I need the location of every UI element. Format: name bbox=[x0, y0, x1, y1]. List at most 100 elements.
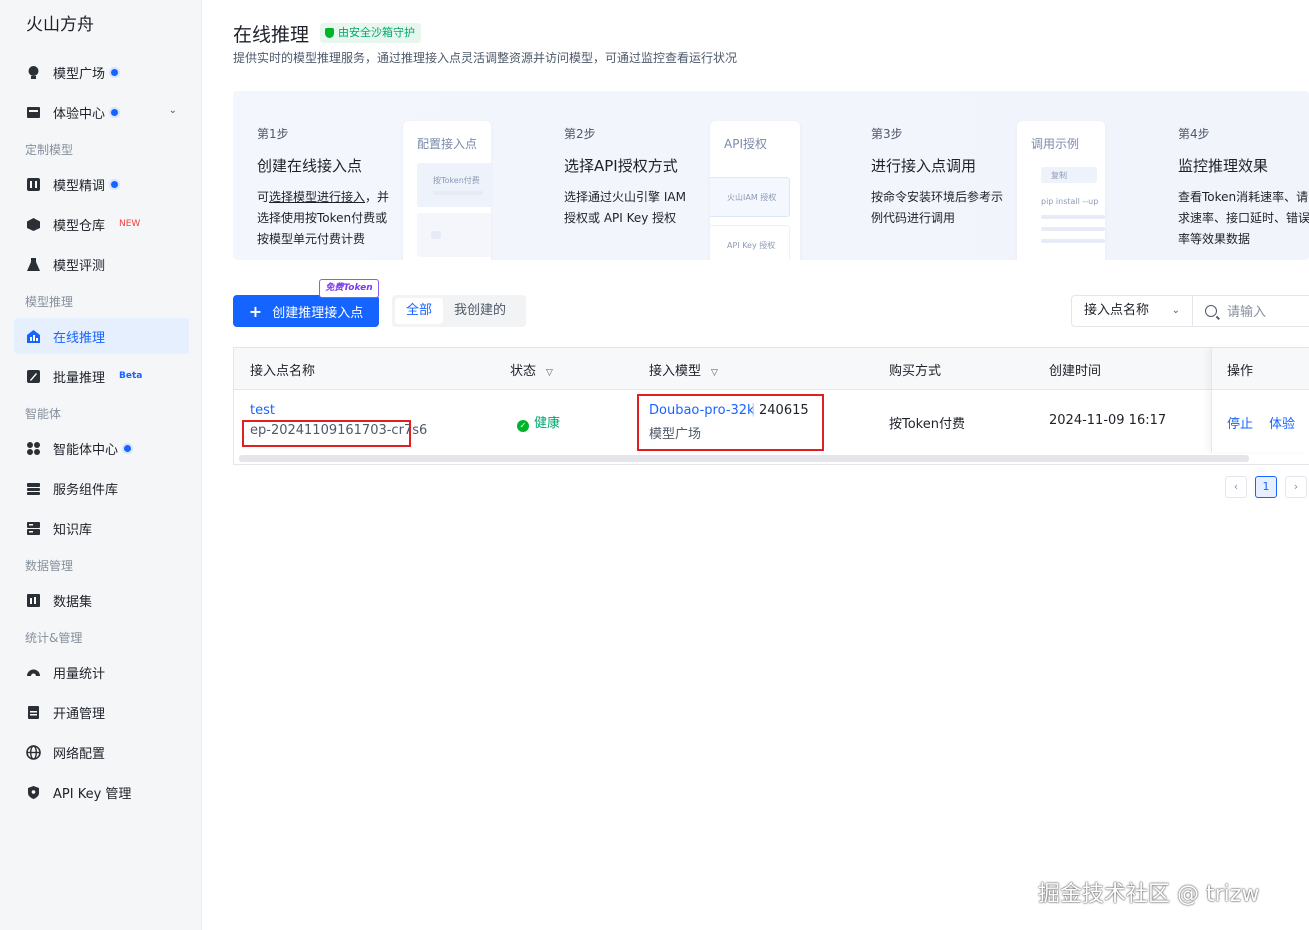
pagination-page[interactable]: 1 bbox=[1255, 476, 1277, 498]
mock-label: API Key 授权 bbox=[727, 241, 776, 250]
step-1: 第1步 创建在线接入点 可选择模型进行接入，并选择使用按Token付费或按模型单… bbox=[233, 91, 540, 260]
sidebar-item-label: 智能体中心 bbox=[53, 442, 119, 458]
try-button[interactable]: 体验 bbox=[1269, 413, 1295, 432]
sidebar-item-dataset[interactable]: 数据集 bbox=[14, 582, 189, 618]
section-label: 统计&管理 bbox=[25, 631, 83, 645]
sidebar-item-knowledge-base[interactable]: 知识库 bbox=[14, 510, 189, 546]
mock-card: 火山IAM 授权 bbox=[710, 177, 790, 217]
tab-mine[interactable]: 我创建的 bbox=[443, 298, 517, 324]
sidebar-item-network[interactable]: 网络配置 bbox=[14, 734, 189, 770]
globe-icon bbox=[26, 744, 41, 760]
sidebar-item-experience[interactable]: 体验中心 ⌄ bbox=[14, 94, 189, 130]
filter-field-select[interactable]: 接入点名称 ⌄ bbox=[1071, 295, 1193, 327]
horizontal-scrollbar[interactable] bbox=[239, 455, 1249, 462]
sidebar-item-component-library[interactable]: 服务组件库 bbox=[14, 470, 189, 506]
sidebar-item-label: 知识库 bbox=[53, 522, 93, 538]
sidebar-item-batch-inference[interactable]: 批量推理 Beta bbox=[14, 358, 189, 394]
brand-logo[interactable]: 火山方舟 bbox=[26, 10, 94, 35]
step-text: 可选择模型进行接入，并选择使用按Token付费或按模型单元付费计费 bbox=[257, 190, 390, 246]
sidebar-item-finetune[interactable]: 模型精调 bbox=[14, 166, 189, 202]
step-title: 创建在线接入点 bbox=[257, 157, 363, 175]
mock-label: 按Token付费 bbox=[433, 176, 480, 185]
filter-icon[interactable]: ▽ bbox=[711, 368, 718, 378]
step-title: 选择API授权方式 bbox=[564, 157, 678, 175]
filter-tabs: 全部 我创建的 bbox=[392, 295, 526, 327]
sidebar-item-label: 在线推理 bbox=[53, 330, 106, 346]
filter-icon[interactable]: ▽ bbox=[546, 368, 553, 378]
column-header-billing: 购买方式 bbox=[889, 364, 942, 379]
step-number: 第1步 bbox=[257, 127, 289, 141]
step-illustration: 调用示例 复制 pip install --up bbox=[1017, 121, 1105, 260]
sidebar-item-usage[interactable]: 用量统计 bbox=[14, 654, 189, 690]
mock-title: API授权 bbox=[724, 137, 767, 151]
section-label: 数据管理 bbox=[25, 559, 74, 573]
mock-title: 配置接入点 bbox=[417, 137, 478, 151]
sidebar-item-evaluation[interactable]: 模型评测 bbox=[14, 246, 189, 282]
sidebar-item-agent-center[interactable]: 智能体中心 bbox=[14, 430, 189, 466]
search-icon bbox=[1205, 305, 1217, 317]
sidebar-item-activation[interactable]: 开通管理 bbox=[14, 694, 189, 730]
sandbox-badge-label: 由安全沙箱守护 bbox=[338, 26, 415, 39]
sidebar-item-model-repo[interactable]: 模型仓库 NEW bbox=[14, 206, 189, 242]
inbox-icon bbox=[26, 105, 41, 120]
step-text: 选择通过火山引擎 IAM 授权或 API Key 授权 bbox=[564, 190, 686, 225]
sidebar-item-model-square[interactable]: 模型广场 bbox=[14, 54, 189, 90]
step-4: 第4步 监控推理效果 查看Token消耗速率、请求速率、接口延时、错误率等效果数… bbox=[1154, 91, 1309, 260]
mock-copy-button: 复制 bbox=[1041, 167, 1097, 183]
highlight-box bbox=[637, 394, 824, 451]
tune-icon bbox=[26, 177, 41, 192]
sidebar-item-label: 模型广场 bbox=[53, 66, 106, 82]
select-model-link[interactable]: 选择模型进行接入 bbox=[269, 190, 365, 204]
clipboard-icon bbox=[26, 705, 41, 720]
sidebar: 火山方舟 模型广场 体验中心 ⌄ 定制模型 模型精调 模型仓库 NEW 模型评测… bbox=[0, 0, 202, 930]
sidebar-item-label: 数据集 bbox=[53, 594, 93, 610]
cube-icon bbox=[26, 217, 41, 232]
chevron-down-icon[interactable]: ⌄ bbox=[169, 105, 177, 116]
mock-label: 复制 bbox=[1051, 171, 1067, 180]
search-box bbox=[1192, 295, 1309, 327]
mock-label: 火山IAM 授权 bbox=[727, 193, 777, 202]
mock-card: 按Token付费 bbox=[417, 163, 491, 207]
sidebar-item-online-inference[interactable]: 在线推理 bbox=[14, 318, 189, 354]
step-illustration: 配置接入点 按Token付费 bbox=[403, 121, 491, 260]
sidebar-item-label: 模型评测 bbox=[53, 258, 106, 274]
shield-key-icon bbox=[26, 785, 41, 800]
sidebar-item-label: 网络配置 bbox=[53, 746, 106, 762]
step-title: 监控推理效果 bbox=[1178, 157, 1269, 175]
search-input[interactable] bbox=[1227, 303, 1307, 319]
column-header-status: 状态 ▽ bbox=[510, 364, 553, 379]
flask-icon bbox=[26, 257, 41, 272]
create-endpoint-button[interactable]: + 创建推理接入点 bbox=[233, 295, 379, 327]
sidebar-item-api-key[interactable]: API Key 管理 bbox=[14, 774, 189, 810]
step-number: 第3步 bbox=[871, 127, 903, 141]
sidebar-item-label: 模型精调 bbox=[53, 178, 106, 194]
endpoint-name-link[interactable]: test bbox=[250, 403, 275, 418]
column-header-name: 接入点名称 bbox=[250, 364, 316, 379]
column-header-model: 接入模型 ▽ bbox=[649, 364, 718, 379]
tab-all[interactable]: 全部 bbox=[395, 298, 444, 324]
step-illustration: API授权 火山IAM 授权 API Key 授权 bbox=[710, 121, 800, 260]
pagination-prev[interactable]: ‹ bbox=[1225, 476, 1247, 498]
step-number: 第2步 bbox=[564, 127, 596, 141]
pagination-next[interactable]: › bbox=[1285, 476, 1307, 498]
new-tag: NEW bbox=[119, 219, 141, 229]
sidebar-item-label: 模型仓库 bbox=[53, 218, 106, 234]
step-text: 按命令安装环境后参考示例代码进行调用 bbox=[871, 190, 1004, 225]
create-endpoint-label: 创建推理接入点 bbox=[272, 305, 364, 321]
column-header-created: 创建时间 bbox=[1049, 364, 1102, 379]
server-icon bbox=[26, 521, 41, 536]
stop-button[interactable]: 停止 bbox=[1227, 413, 1253, 432]
lightbulb-icon bbox=[26, 65, 41, 80]
sidebar-item-label: 用量统计 bbox=[53, 666, 106, 682]
step-3: 第3步 进行接入点调用 按命令安装环境后参考示例代码进行调用 调用示例 复制 p… bbox=[847, 91, 1154, 260]
sidebar-item-label: 批量推理 bbox=[53, 370, 106, 386]
notification-dot bbox=[111, 180, 119, 188]
gauge-icon bbox=[26, 665, 41, 680]
page-title: 在线推理 bbox=[233, 24, 310, 46]
shield-icon bbox=[325, 28, 334, 38]
table-header: 接入点名称 状态 ▽ 接入模型 ▽ 购买方式 创建时间 操作 bbox=[234, 348, 1309, 390]
mock-card: API Key 授权 bbox=[710, 225, 790, 260]
grid-icon bbox=[26, 441, 41, 456]
actions-column bbox=[1211, 348, 1309, 452]
free-token-badge: 免费Token bbox=[319, 279, 379, 298]
